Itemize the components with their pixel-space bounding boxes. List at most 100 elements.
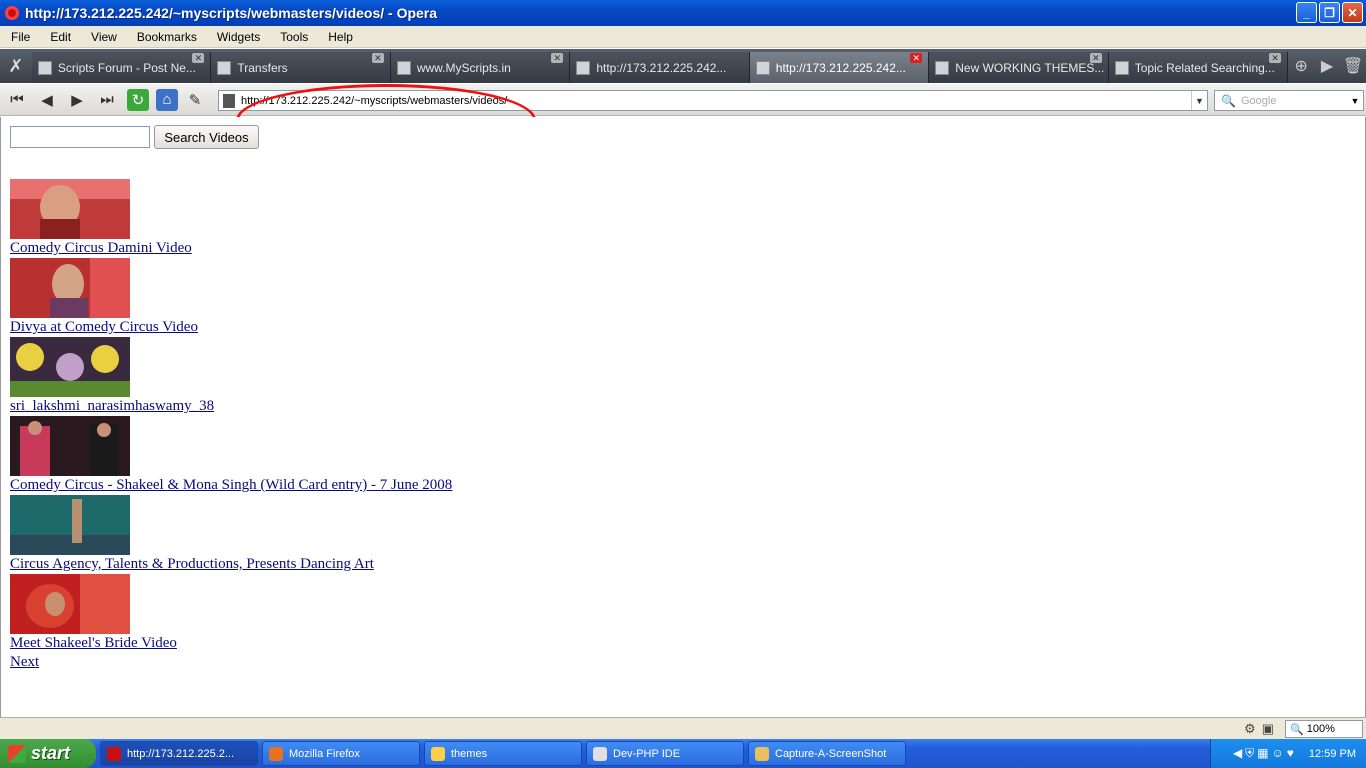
rewind-icon[interactable]: ⏮ <box>4 88 30 112</box>
windows-logo-icon <box>8 744 26 763</box>
page-icon <box>37 60 52 75</box>
tab-close-icon[interactable]: ✕ <box>192 53 205 63</box>
tab-label: New WORKING THEMES... <box>955 60 1105 75</box>
tab-label: http://173.212.225.242... <box>596 60 727 75</box>
document-icon <box>396 60 411 75</box>
edit-icon[interactable]: ✎ <box>182 88 208 112</box>
menu-tools[interactable]: Tools <box>269 30 317 44</box>
taskbar-item-firefox[interactable]: Mozilla Firefox <box>262 741 420 766</box>
tab-close-icon[interactable]: ✕ <box>1269 53 1282 63</box>
page-info-icon[interactable] <box>223 93 235 108</box>
video-search-input[interactable] <box>10 126 150 148</box>
back-icon[interactable]: ◀ <box>34 88 60 112</box>
fast-forward-icon[interactable]: ⏭ <box>94 88 120 112</box>
video-item: Circus Agency, Talents & Productions, Pr… <box>10 495 374 574</box>
navigation-bar: ⏮ ◀ ▶ ⏭ ↻ ⌂ ✎ http://173.212.225.242/~my… <box>0 84 1366 116</box>
video-thumbnail[interactable] <box>10 416 130 476</box>
status-icons: ⚙▣ <box>1244 721 1280 737</box>
window-controls: _ ❐ ✕ <box>1296 2 1363 23</box>
trash-icon[interactable]: 🗑 <box>1340 49 1366 83</box>
video-thumbnail[interactable] <box>10 258 130 318</box>
tab-transfers[interactable]: Transfers ✕ <box>211 52 391 83</box>
start-label: start <box>31 743 71 763</box>
document-icon <box>1114 60 1129 75</box>
video-link[interactable]: Comedy Circus Damini Video <box>10 239 192 258</box>
menu-widgets[interactable]: Widgets <box>206 30 269 44</box>
menu-edit[interactable]: Edit <box>39 30 80 44</box>
video-item: Comedy Circus - Shakeel & Mona Singh (Wi… <box>10 416 452 495</box>
video-link[interactable]: Meet Shakeel's Bride Video <box>10 634 177 653</box>
system-tray: ◀⛨▦☺♥ 12:59 PM <box>1210 739 1366 768</box>
tab-ip-active[interactable]: http://173.212.225.242... ✕ <box>749 52 930 83</box>
tab-new-themes[interactable]: New WORKING THEMES... ✕ <box>929 52 1109 83</box>
video-link[interactable]: Divya at Comedy Circus Video <box>10 318 198 337</box>
next-page-link[interactable]: Next <box>10 654 39 671</box>
tray-icons[interactable]: ◀⛨▦☺♥ <box>1233 746 1297 761</box>
forward-icon[interactable]: ▶ <box>64 88 90 112</box>
search-videos-button[interactable]: Search Videos <box>154 125 259 149</box>
taskbar-item-capture[interactable]: Capture-A-ScreenShot <box>748 741 906 766</box>
video-item: Divya at Comedy Circus Video <box>10 258 198 337</box>
tab-scripts-forum[interactable]: Scripts Forum - Post Ne... ✕ <box>31 52 212 83</box>
tab-label: Topic Related Searching... <box>1134 60 1275 75</box>
video-link[interactable]: sri_lakshmi_narasimhaswamy_38 <box>10 397 214 416</box>
reload-icon[interactable]: ↻ <box>127 88 149 111</box>
taskbar-item-devphp[interactable]: Dev-PHP IDE <box>586 741 744 766</box>
taskbar-item-themes[interactable]: themes <box>424 741 582 766</box>
restore-button[interactable]: ❐ <box>1319 2 1340 23</box>
video-thumbnail[interactable] <box>10 495 130 555</box>
camera-icon[interactable]: ▣ <box>1262 721 1280 736</box>
page-icon <box>935 60 950 75</box>
video-item: sri_lakshmi_narasimhaswamy_38 <box>10 337 214 416</box>
home-icon[interactable]: ⌂ <box>156 88 178 111</box>
task-label: Mozilla Firefox <box>289 747 360 760</box>
tab-label: http://173.212.225.242... <box>775 60 906 75</box>
task-label: Dev-PHP IDE <box>613 747 681 760</box>
menu-view[interactable]: View <box>80 30 126 44</box>
chevron-down-icon[interactable]: ▼ <box>1191 91 1207 110</box>
video-thumbnail[interactable] <box>10 337 130 397</box>
transfers-icon <box>217 60 232 75</box>
folder-icon <box>431 746 445 761</box>
tab-label: Scripts Forum - Post Ne... <box>57 60 196 75</box>
zoom-level: 100% <box>1306 723 1335 735</box>
tab-close-icon[interactable]: ✕ <box>1089 53 1102 63</box>
search-icon: 🔍 <box>1221 93 1236 108</box>
tab-label: Transfers <box>237 60 288 75</box>
tools-icon[interactable]: ✗ <box>0 49 32 83</box>
taskbar-item-opera[interactable]: http://173.212.225.2... <box>100 741 258 766</box>
tab-topic-search[interactable]: Topic Related Searching... ✕ <box>1108 52 1289 83</box>
video-thumbnail[interactable] <box>10 574 130 634</box>
address-bar[interactable]: http://173.212.225.242/~myscripts/webmas… <box>218 90 1208 111</box>
video-link[interactable]: Circus Agency, Talents & Productions, Pr… <box>10 555 374 574</box>
new-tab-icon[interactable]: ⊕ <box>1288 49 1314 83</box>
firefox-icon <box>269 746 283 761</box>
tab-close-icon[interactable]: ✕ <box>910 53 923 63</box>
document-icon <box>755 60 770 75</box>
menu-file[interactable]: File <box>0 30 39 44</box>
start-button[interactable]: start <box>0 739 96 768</box>
menu-bookmarks[interactable]: Bookmarks <box>126 30 206 44</box>
opera-icon <box>107 746 121 761</box>
page-content: Search Videos Comedy Circus Damini Video… <box>0 117 1366 717</box>
address-url[interactable]: http://173.212.225.242/~myscripts/webmas… <box>241 95 507 107</box>
tab-myscripts[interactable]: www.MyScripts.in ✕ <box>390 52 571 83</box>
menu-bar: File Edit View Bookmarks Widgets Tools H… <box>0 26 1366 48</box>
zoom-control[interactable]: 🔍 100% <box>1285 720 1363 738</box>
tab-scroll-icon[interactable]: ▶ <box>1314 49 1340 83</box>
menu-help[interactable]: Help <box>317 30 362 44</box>
turbo-icon[interactable]: ⚙ <box>1244 721 1262 736</box>
tab-ip-1[interactable]: http://173.212.225.242... <box>570 52 750 83</box>
tab-close-icon[interactable]: ✕ <box>371 53 384 63</box>
video-item: Comedy Circus Damini Video <box>10 179 192 258</box>
video-thumbnail[interactable] <box>10 179 130 239</box>
opera-logo-icon <box>5 6 19 20</box>
tab-close-icon[interactable]: ✕ <box>551 53 564 63</box>
close-button[interactable]: ✕ <box>1342 2 1363 23</box>
window-titlebar: http://173.212.225.242/~myscripts/webmas… <box>0 0 1366 26</box>
video-link[interactable]: Comedy Circus - Shakeel & Mona Singh (Wi… <box>10 476 452 495</box>
clock: 12:59 PM <box>1308 747 1356 760</box>
search-field[interactable]: 🔍 Google ▼ <box>1214 90 1364 111</box>
chevron-down-icon[interactable]: ▼ <box>1347 91 1363 110</box>
minimize-button[interactable]: _ <box>1296 2 1317 23</box>
